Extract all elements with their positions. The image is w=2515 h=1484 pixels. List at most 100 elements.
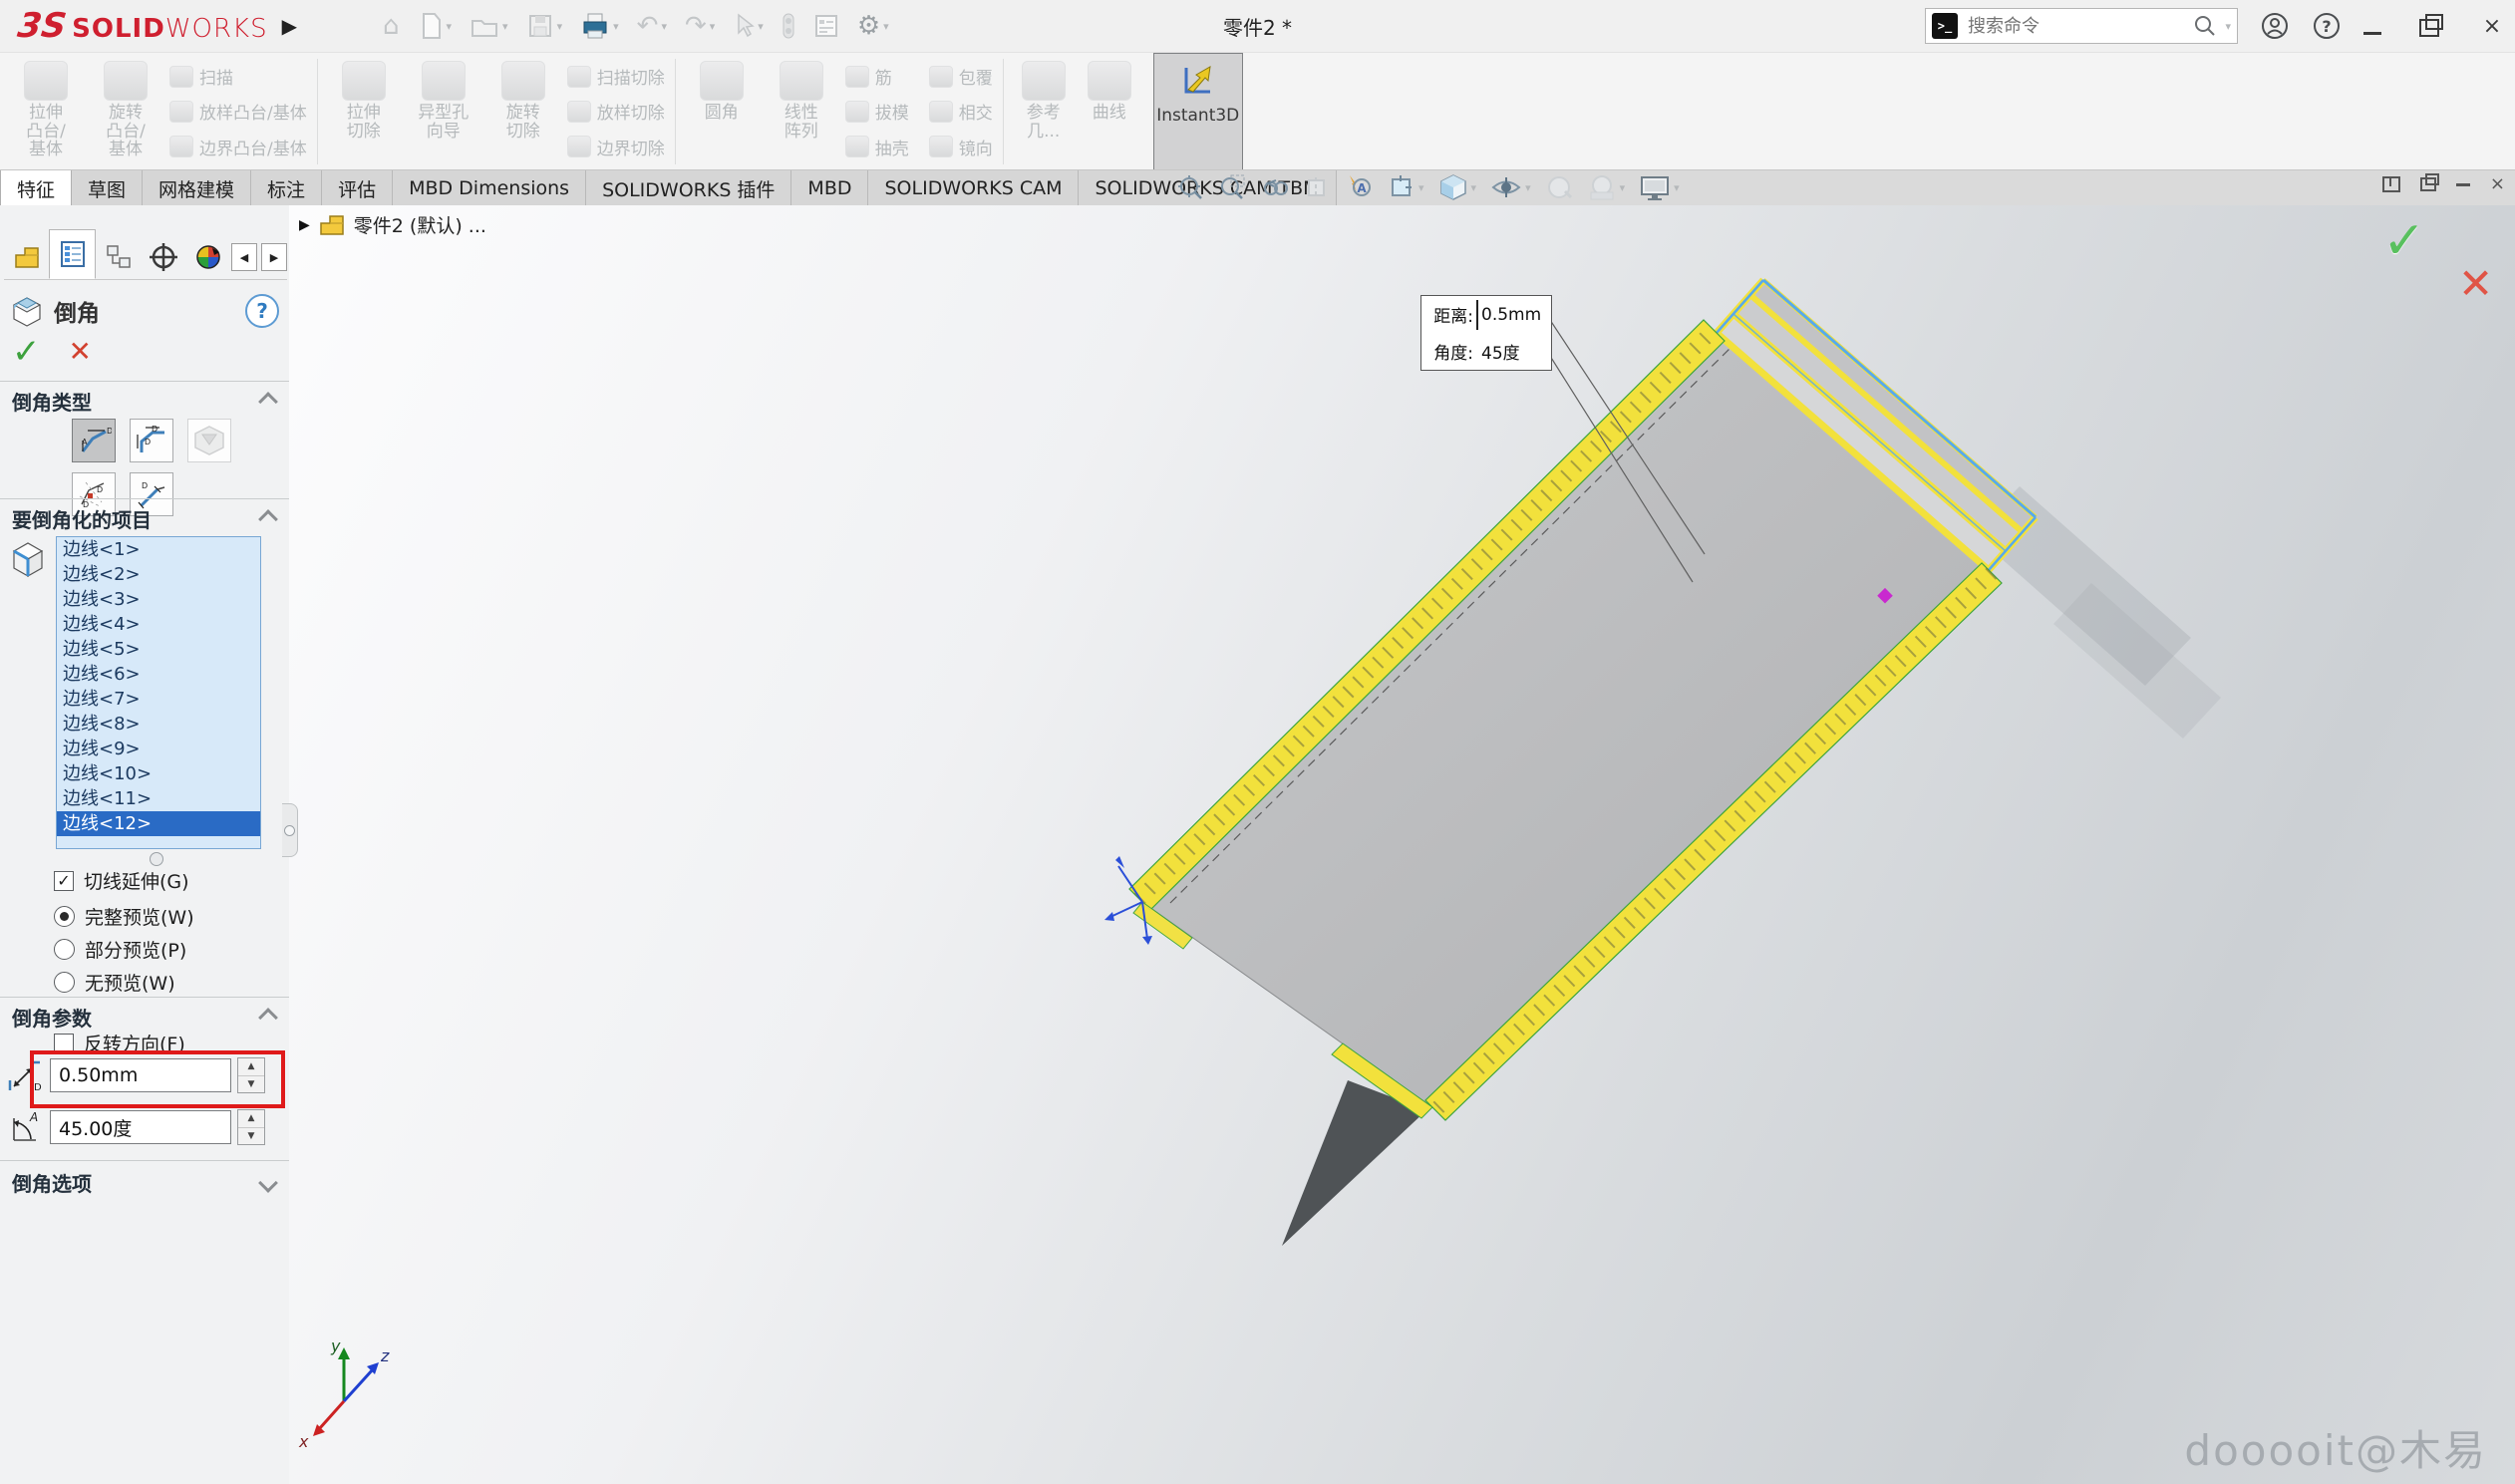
boundary-cut-button[interactable]: 边界切除 [567,135,665,159]
collapse-icon[interactable] [258,1008,278,1028]
doc-minimize-icon[interactable] [2456,183,2470,186]
flip-direction-option[interactable]: 反转方向(F) [54,1030,185,1056]
callout-value[interactable]: 0.5mm [1481,305,1541,325]
boundary-boss-button[interactable]: 边界凸台/基体 [169,135,307,159]
home-button[interactable]: ⌂ [377,11,406,41]
panel-splitter-handle[interactable] [282,803,298,857]
chamfer-type-section-header[interactable]: 倒角类型 [12,387,275,416]
zoom-to-fit-button[interactable] [1176,173,1204,201]
extruded-cut-button[interactable]: 拉伸 切除 [328,57,400,166]
radio-icon[interactable] [54,972,75,993]
mirror-button[interactable]: 镜向 [929,135,993,159]
print-button[interactable]: ▾ [574,9,625,43]
view-settings-button[interactable]: ▾ [1639,173,1680,201]
new-document-button[interactable]: ▾ [412,9,459,43]
doc-restore-icon[interactable] [2420,177,2436,191]
save-button[interactable]: ▾ [520,10,569,42]
full-preview-option[interactable]: 完整预览(W) [54,903,194,930]
dropdown-arrow-icon[interactable]: ▾ [661,20,667,33]
rebuild-button[interactable] [776,10,801,42]
dropdown-arrow-icon[interactable]: ▾ [613,20,619,33]
partial-preview-option[interactable]: 部分预览(P) [54,936,186,963]
restore-button[interactable] [2419,16,2453,37]
rib-button[interactable]: 筋 [845,64,909,89]
params-section-header[interactable]: 倒角参数 [12,1003,275,1032]
view-orientation-button[interactable]: ▾ [1438,172,1477,202]
dropdown-arrow-icon[interactable]: ▾ [447,20,453,33]
edge-selection-list[interactable]: 边线<1> 边线<2> 边线<3> 边线<4> 边线<5> 边线<6> 边线<7… [56,536,261,849]
display-manager-tab[interactable] [186,235,231,279]
list-item[interactable]: 边线<5> [57,637,260,662]
search-dropdown-icon[interactable]: ▾ [2225,20,2231,33]
tab-mbd-dimensions[interactable]: MBD Dimensions [393,170,586,206]
feature-tree-flyout[interactable]: ▶ 零件2 (默认) ... [299,211,486,238]
vertex-type-button[interactable] [187,419,231,462]
previous-view-button[interactable] [1260,174,1290,200]
radio-icon[interactable] [54,939,75,960]
collapse-icon[interactable] [258,509,278,529]
edit-appearance-button[interactable]: ▾ [1587,173,1626,201]
list-item[interactable]: 边线<2> [57,562,260,587]
linear-pattern-button[interactable]: 线性 阵列 [766,57,837,166]
tab-addins[interactable]: SOLIDWORKS 插件 [586,170,791,206]
search-icon[interactable] [2193,14,2217,38]
magnified-selection-button[interactable]: A [1344,173,1374,201]
swept-cut-button[interactable]: 扫描切除 [567,64,665,89]
wrap-button[interactable]: 包覆 [929,64,993,89]
help-icon[interactable]: ? [2312,11,2342,41]
curves-button[interactable]: 曲线 [1082,57,1137,166]
chamfer-dimension-callout[interactable]: 距离: 0.5mm 角度: 45度 [1420,295,1552,371]
swept-boss-button[interactable]: 扫描 [169,64,307,89]
angle-stepper[interactable]: ▲▼ [237,1109,265,1145]
draft-button[interactable]: 拔模 [845,99,909,124]
tab-features[interactable]: 特征 [0,170,72,206]
display-style-button[interactable]: ▾ [1490,174,1531,200]
property-manager-tab[interactable] [49,229,96,279]
lofted-boss-button[interactable]: 放样凸台/基体 [169,99,307,124]
tree-item-label[interactable]: 零件2 (默认) ... [354,211,486,238]
task-pane-button[interactable] [807,11,845,41]
hole-wizard-button[interactable]: 异型孔 向导 [408,57,479,166]
list-item[interactable]: 边线<9> [57,737,260,761]
dropdown-arrow-icon[interactable]: ▾ [1525,181,1531,194]
callout-value[interactable]: 45度 [1481,339,1520,364]
revolved-cut-button[interactable]: 旋转 切除 [487,57,559,166]
list-item-selected[interactable]: 边线<12> [57,811,260,836]
checkbox-icon[interactable] [54,1034,74,1053]
apply-scene-button[interactable]: ▾ [1388,173,1424,201]
list-item[interactable]: 边线<7> [57,687,260,712]
close-button[interactable]: × [2475,14,2509,39]
graphics-viewport[interactable]: y z x ▶ 零件2 (默认) ... 距离: 0.5mm 角度: 45度 ✓… [289,205,2515,1484]
radio-selected-icon[interactable] [54,906,75,927]
tab-annotation[interactable]: 标注 [251,170,322,206]
dropdown-arrow-icon[interactable]: ▾ [502,20,508,33]
cancel-button[interactable]: ✕ [69,338,92,366]
tab-evaluate[interactable]: 评估 [322,170,393,206]
command-search[interactable]: >_ ▾ [1925,8,2238,44]
dropdown-arrow-icon[interactable]: ▾ [1418,181,1424,194]
dropdown-arrow-icon[interactable]: ▾ [1620,181,1626,194]
spin-up-icon[interactable]: ▲ [238,1058,264,1076]
items-section-header[interactable]: 要倒角化的项目 [12,504,275,533]
fillet-button[interactable]: 圆角 [686,57,758,166]
open-button[interactable]: ▾ [464,11,514,41]
intersect-button[interactable]: 相交 [929,99,993,124]
featuremanager-tree-tab[interactable] [4,235,49,279]
list-item[interactable]: 边线<1> [57,537,260,562]
tab-cam[interactable]: SOLIDWORKS CAM [868,170,1079,206]
tab-mbd[interactable]: MBD [791,170,868,206]
dropdown-arrow-icon[interactable]: ▾ [1471,181,1477,194]
spin-down-icon[interactable]: ▼ [238,1076,264,1093]
scroll-left-icon[interactable]: ◀ [231,243,257,271]
redo-button[interactable]: ↷▾ [679,11,721,41]
split-pane-icon[interactable] [2382,176,2400,192]
configuration-manager-tab[interactable] [96,235,141,279]
collapse-icon[interactable] [258,392,278,412]
tab-mesh-modeling[interactable]: 网格建模 [143,170,251,206]
dropdown-arrow-icon[interactable]: ▾ [883,20,889,33]
select-button[interactable]: ▾ [727,11,770,41]
confirmation-ok-button[interactable]: ✓ [2382,211,2426,271]
ok-button[interactable]: ✓ [12,335,41,369]
spin-up-icon[interactable]: ▲ [238,1110,264,1128]
list-item[interactable]: 边线<11> [57,786,260,811]
